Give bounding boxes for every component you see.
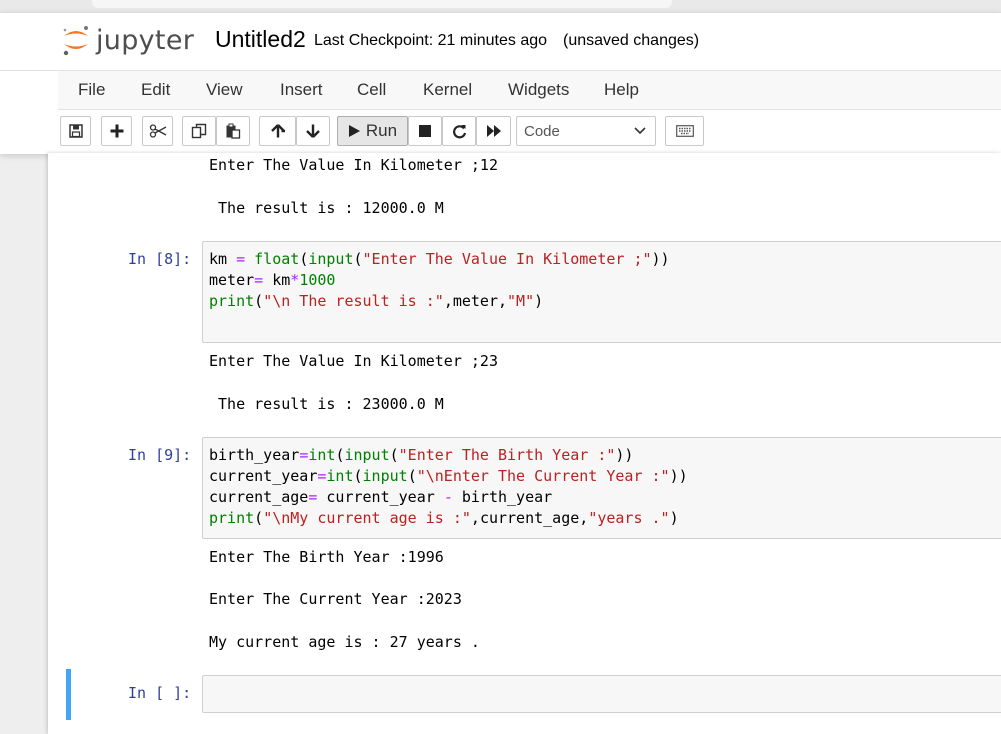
play-icon: [348, 125, 360, 137]
scissors-icon: [149, 124, 166, 138]
selected-cell-indicator: [66, 669, 71, 720]
checkpoint-status: Last Checkpoint: 21 minutes ago: [314, 32, 548, 49]
chevron-down-icon: [634, 127, 646, 135]
input-prompt: In [8]:: [128, 250, 192, 268]
arrow-up-icon: [270, 124, 285, 138]
code-editor[interactable]: km = float(input("Enter The Value In Kil…: [209, 249, 670, 312]
keyboard-icon: [675, 125, 694, 137]
arrow-down-icon: [306, 124, 320, 138]
code-line: current_year=int(input("\nEnter The Curr…: [209, 467, 688, 485]
jupyter-logo[interactable]: jupyter: [60, 20, 194, 60]
copy-icon: [191, 123, 207, 139]
restart-button[interactable]: [442, 116, 476, 146]
menu-insert[interactable]: Insert: [280, 80, 323, 100]
menu-cell[interactable]: Cell: [357, 80, 386, 100]
cut-button[interactable]: [142, 116, 173, 146]
plus-icon: [110, 124, 123, 138]
run-button[interactable]: Run: [337, 116, 408, 146]
browser-strip: [0, 0, 1001, 12]
output-line: The result is : 12000.0 M: [209, 199, 444, 217]
copy-button[interactable]: [182, 116, 216, 146]
move-down-button[interactable]: [296, 116, 330, 146]
command-palette-button[interactable]: [665, 116, 704, 146]
menu-edit[interactable]: Edit: [141, 80, 170, 100]
restart-icon: [452, 124, 466, 138]
code-cell-9[interactable]: birth_year=int(input("Enter The Birth Ye…: [202, 437, 1001, 539]
run-button-label: Run: [365, 121, 398, 140]
code-line: birth_year=int(input("Enter The Birth Ye…: [209, 446, 634, 464]
paste-button[interactable]: [216, 116, 250, 146]
code-line: print("\n The result is :",meter,"M"): [209, 292, 544, 310]
interrupt-button[interactable]: [408, 116, 442, 146]
move-up-button[interactable]: [259, 116, 296, 146]
code-line: meter= km*1000: [209, 271, 336, 289]
empty-code-cell[interactable]: [202, 675, 1001, 713]
insert-cell-button[interactable]: [101, 116, 132, 146]
save-icon: [68, 124, 83, 138]
menu-file[interactable]: File: [78, 80, 105, 100]
input-prompt: In [9]:: [128, 446, 192, 464]
output-line: Enter The Value In Kilometer ;12: [209, 156, 498, 174]
save-button[interactable]: [60, 116, 91, 146]
code-editor[interactable]: birth_year=int(input("Enter The Birth Ye…: [209, 445, 688, 529]
output-line: Enter The Birth Year :1996: [209, 548, 444, 566]
menu-kernel[interactable]: Kernel: [423, 80, 472, 100]
fast-forward-icon: [486, 125, 501, 137]
menu-view[interactable]: View: [206, 80, 243, 100]
cell-type-select[interactable]: Code: [516, 116, 656, 146]
output-line: The result is : 23000.0 M: [209, 395, 444, 413]
menu-help[interactable]: Help: [604, 80, 639, 100]
notebook-title[interactable]: Untitled2: [215, 26, 306, 53]
code-cell-8[interactable]: km = float(input("Enter The Value In Kil…: [202, 241, 1001, 343]
code-line: km = float(input("Enter The Value In Kil…: [209, 250, 670, 268]
stop-icon: [419, 125, 431, 137]
output-line: Enter The Value In Kilometer ;23: [209, 352, 498, 370]
unsaved-status: (unsaved changes): [563, 32, 700, 49]
jupyter-logo-text: jupyter: [96, 24, 195, 56]
restart-run-all-button[interactable]: [476, 116, 511, 146]
input-prompt: In [ ]:: [128, 684, 192, 702]
menu-widgets[interactable]: Widgets: [508, 80, 569, 100]
cell-type-value: Code: [524, 122, 560, 140]
code-line: current_age= current_year - birth_year: [209, 488, 553, 506]
paste-icon: [226, 123, 241, 139]
browser-address-bar[interactable]: [92, 0, 672, 8]
code-line: print("\nMy current age is :",current_ag…: [209, 509, 679, 527]
output-line: My current age is : 27 years .: [209, 633, 480, 651]
jupyter-logo-icon: [60, 22, 92, 58]
output-line: Enter The Current Year :2023: [209, 590, 462, 608]
